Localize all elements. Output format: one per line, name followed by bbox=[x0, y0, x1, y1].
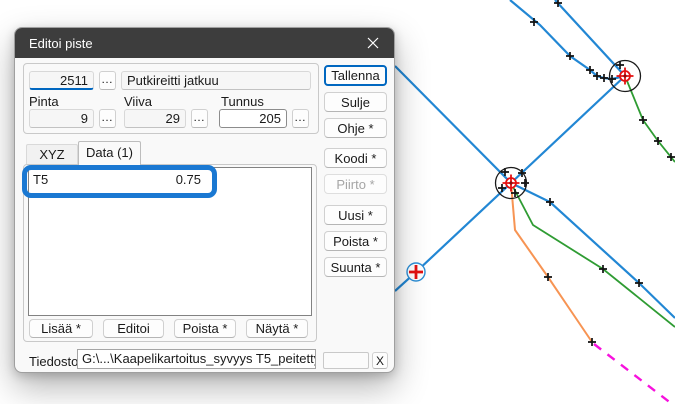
data-row-value: 0.75 bbox=[176, 172, 201, 187]
poista-button[interactable]: Poista * bbox=[324, 231, 387, 251]
data-row-name: T5 bbox=[33, 172, 48, 187]
dialog-titlebar[interactable]: Editoi piste bbox=[15, 28, 394, 58]
close-icon[interactable] bbox=[356, 28, 390, 58]
suunta-button[interactable]: Suunta * bbox=[324, 257, 387, 277]
tiedosto-label: Tiedosto bbox=[29, 354, 78, 369]
screen: Editoi piste 2511 … Putkireitti jatkuu P… bbox=[0, 0, 675, 404]
point-number-browse-button[interactable]: … bbox=[99, 71, 116, 90]
data-list-row[interactable]: T5 0.75 bbox=[29, 169, 205, 190]
file-extra-field[interactable] bbox=[323, 352, 369, 369]
editoi-button[interactable]: Editoi bbox=[103, 319, 164, 338]
uusi-button[interactable]: Uusi * bbox=[324, 205, 387, 225]
tab-data[interactable]: Data (1) bbox=[78, 141, 141, 165]
tunnus-label: Tunnus bbox=[221, 94, 264, 109]
tab-xyz[interactable]: XYZ bbox=[26, 144, 78, 164]
nayta-button[interactable]: Näytä * bbox=[246, 319, 308, 338]
poista-row-button[interactable]: Poista * bbox=[174, 319, 236, 338]
map-point-dot bbox=[623, 74, 626, 77]
code-text-field[interactable]: Putkireitti jatkuu bbox=[121, 71, 311, 90]
viiva-label: Viiva bbox=[124, 94, 152, 109]
file-clear-button[interactable]: X bbox=[372, 352, 388, 369]
pinta-label: Pinta bbox=[29, 94, 59, 109]
koodi-button[interactable]: Koodi * bbox=[324, 148, 387, 168]
map-point-dot bbox=[509, 181, 512, 184]
lisaa-button[interactable]: Lisää * bbox=[29, 319, 93, 338]
ohje-button[interactable]: Ohje * bbox=[324, 118, 387, 138]
pinta-field[interactable]: 9 bbox=[29, 109, 94, 128]
sulje-button[interactable]: Sulje bbox=[324, 92, 387, 112]
viiva-browse-button[interactable]: … bbox=[191, 109, 208, 128]
tunnus-field[interactable]: 205 bbox=[219, 109, 287, 128]
file-path-field[interactable]: G:\...\Kaapelikartoitus_syvyys T5_peitet… bbox=[77, 349, 316, 369]
dialog-title: Editoi piste bbox=[15, 36, 93, 51]
point-number-field[interactable]: 2511 bbox=[29, 71, 94, 90]
tallenna-button[interactable]: Tallenna bbox=[324, 65, 387, 86]
tunnus-browse-button[interactable]: … bbox=[292, 109, 309, 128]
pinta-browse-button[interactable]: … bbox=[99, 109, 116, 128]
piirto-button: Piirto * bbox=[324, 174, 387, 194]
viiva-field[interactable]: 29 bbox=[124, 109, 186, 128]
edit-point-dialog: Editoi piste 2511 … Putkireitti jatkuu P… bbox=[14, 27, 395, 373]
